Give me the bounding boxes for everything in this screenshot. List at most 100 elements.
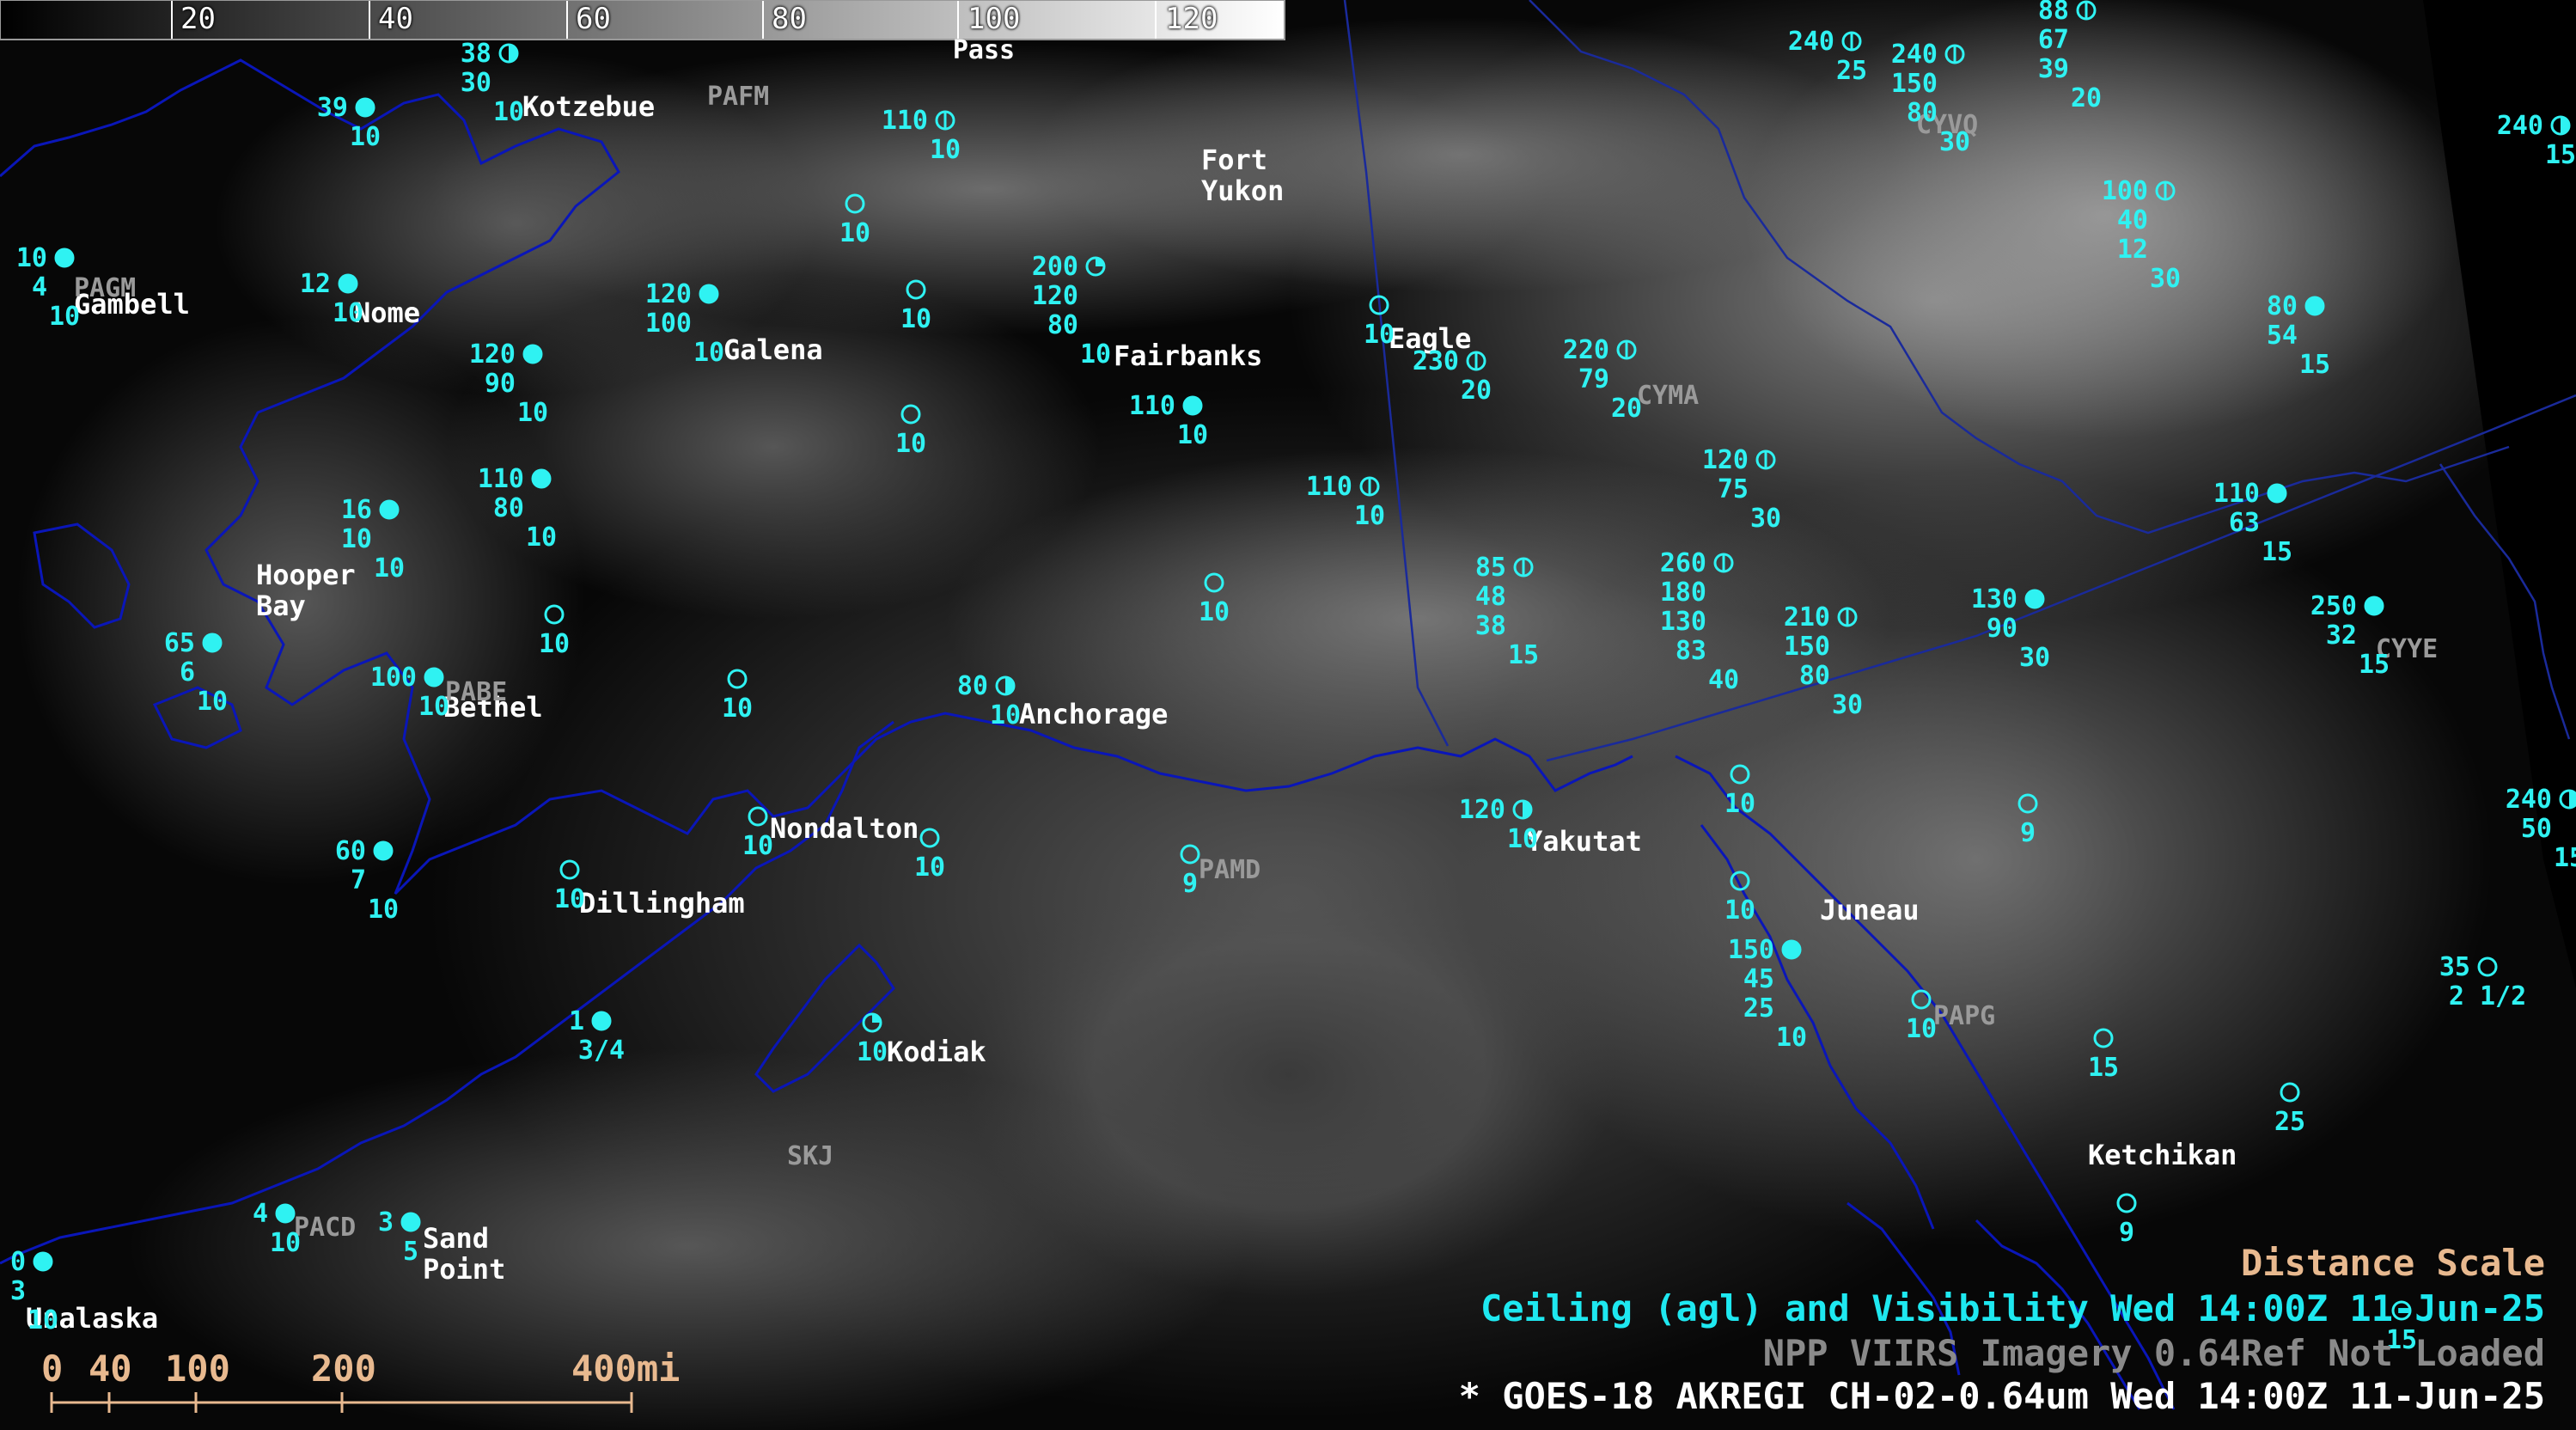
visibility-label: 9 <box>2020 818 2036 848</box>
visibility-label: 10 <box>930 135 961 165</box>
visibility-label: 10 <box>857 1037 888 1067</box>
visibility-label: 10 <box>539 629 570 659</box>
station-symbol <box>1841 31 1862 52</box>
city-label: Yakutat <box>1526 825 1642 858</box>
visibility-label: 10 <box>493 97 524 127</box>
city-label: Kodiak <box>887 1036 986 1068</box>
satellite-map: 20 40 60 80 100 120 Pass Kotzebue Gambell Nome Ga… <box>0 0 2576 1430</box>
station-symbol <box>54 248 75 268</box>
station-symbol <box>1713 553 1734 573</box>
ceiling-label: 16 <box>341 495 372 525</box>
ceiling-label: 45 <box>1743 964 1774 994</box>
ceiling-label: 4 <box>253 1199 268 1229</box>
ceiling-label: 12 <box>300 269 331 299</box>
city-label: Sand <box>423 1222 489 1255</box>
station-symbol <box>424 667 444 688</box>
ceiling-label: 110 <box>478 464 524 494</box>
visibility-label: 10 <box>526 522 557 553</box>
station-symbol <box>900 404 921 425</box>
ceiling-label: 83 <box>1676 636 1706 666</box>
ceiling-label: 10 <box>341 524 372 554</box>
visibility-label: 10 <box>895 429 926 459</box>
ceiling-label: 25 <box>1743 993 1774 1024</box>
visibility-label: 9 <box>1182 869 1198 899</box>
station-symbol <box>845 193 865 214</box>
visibility-label: 25 <box>1836 56 1867 86</box>
ceiling-label: 35 <box>2439 952 2470 982</box>
station-symbol <box>862 1012 882 1033</box>
station-symbol <box>1911 989 1932 1010</box>
station-symbol <box>1513 557 1534 578</box>
visibility-label: 10 <box>990 700 1021 730</box>
station-symbol <box>559 859 580 880</box>
goes-time: Wed 14:00Z 11-Jun-25 <box>2110 1375 2545 1417</box>
product-name: Ceiling (agl) and Visibility <box>1480 1287 2089 1329</box>
ceiling-label: 110 <box>2213 479 2260 509</box>
ceiling-label: 54 <box>2267 321 2298 351</box>
station-symbol <box>748 806 768 827</box>
ceiling-label: 210 <box>1784 602 1830 632</box>
ceiling-label: 130 <box>1660 607 1706 637</box>
ceiling-label: 65 <box>164 628 195 658</box>
city-label: Fairbanks <box>1114 339 1262 372</box>
ceiling-label: 80 <box>2267 291 2298 321</box>
visibility-label: 10 <box>368 895 399 925</box>
city-label: Ketchikan <box>2088 1139 2237 1171</box>
station-symbol <box>1837 607 1858 627</box>
ceiling-label: 120 <box>1702 445 1749 475</box>
station-symbol <box>1512 799 1533 820</box>
visibility-label: 10 <box>197 687 228 717</box>
visibility-label: 30 <box>1832 690 1863 720</box>
visibility-label: 10 <box>1080 339 1111 370</box>
visibility-label: 10 <box>1776 1023 1807 1053</box>
ceiling-label: 110 <box>1129 391 1175 421</box>
visibility-label: 9 <box>2119 1218 2134 1248</box>
product-time: Wed 14:00Z 11-Jun-25 <box>2110 1287 2545 1329</box>
ceiling-label: 240 <box>1788 27 1834 57</box>
station-symbol <box>498 43 519 64</box>
station-symbol <box>1466 351 1486 371</box>
station-symbol <box>2304 296 2325 316</box>
station-symbol <box>935 110 955 131</box>
ceiling-label: 80 <box>957 671 988 701</box>
visibility-label: 20 <box>2071 83 2102 113</box>
visibility-label: 15 <box>2262 537 2292 567</box>
visibility-label: 40 <box>1708 665 1739 695</box>
ceiling-label: 100 <box>645 309 692 339</box>
station-symbol <box>1359 476 1380 497</box>
ceiling-label: 110 <box>1306 472 1352 502</box>
visibility-label: 10 <box>49 302 80 332</box>
station-symbol <box>1085 256 1106 277</box>
station-symbol <box>2364 596 2384 616</box>
city-label: Fort <box>1201 144 1267 176</box>
station-symbol <box>1180 844 1200 865</box>
station-symbol <box>1369 295 1389 315</box>
ceiling-label: 120 <box>469 339 516 370</box>
station-symbol <box>400 1212 421 1232</box>
visibility-label: 3/4 <box>578 1036 625 1066</box>
visibility-label: 10 <box>270 1228 301 1258</box>
goes-title: * GOES-18 AKREGI CH-02-0.64um Wed 14:00Z… <box>1459 1375 2545 1417</box>
station-symbol <box>355 97 375 118</box>
ceiling-label: 3 <box>10 1276 26 1306</box>
ceiling-label: 7 <box>351 865 366 895</box>
city-label: Bay <box>256 590 306 622</box>
visibility-label: 15 <box>1508 640 1539 670</box>
station-symbol <box>2024 589 2045 609</box>
station-symbol <box>2116 1193 2137 1213</box>
visibility-label: 20 <box>1461 376 1492 406</box>
ceiling-label: 38 <box>1475 611 1506 641</box>
station-symbol <box>2093 1028 2114 1048</box>
ceiling-label: 67 <box>2038 25 2069 55</box>
ceiling-label: 150 <box>1728 935 1774 965</box>
ceiling-label: 79 <box>1578 364 1609 394</box>
visibility-label: 10 <box>1906 1014 1937 1044</box>
city-label: Juneau <box>1820 894 1920 926</box>
station-symbol <box>1730 871 1750 891</box>
ceiling-label: 120 <box>1032 281 1078 311</box>
visibility-label: 30 <box>2150 264 2181 294</box>
ceiling-label: 60 <box>335 836 366 866</box>
station-symbol <box>2076 0 2097 21</box>
visibility-label: 10 <box>27 1305 58 1335</box>
ceiling-label: 85 <box>1475 553 1506 583</box>
